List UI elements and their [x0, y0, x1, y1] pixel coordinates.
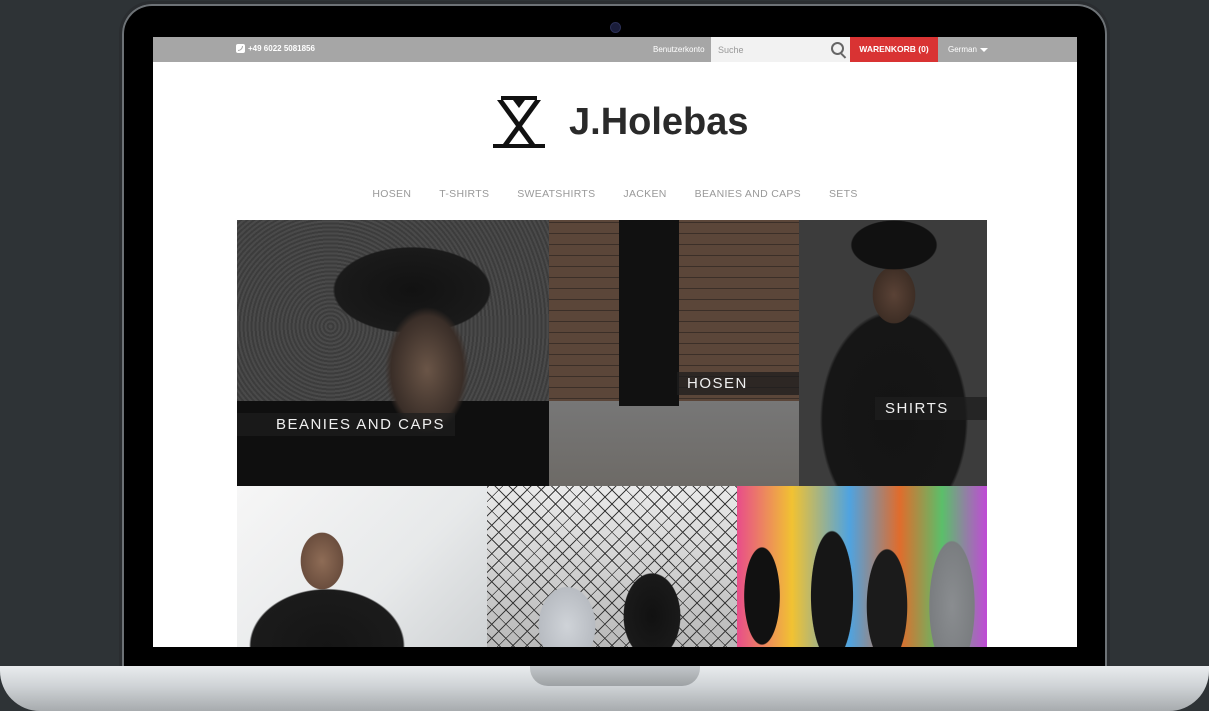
tile-hosen[interactable]: HOSEN: [549, 220, 799, 486]
caret-down-icon: [979, 47, 988, 52]
phone-icon: [236, 44, 245, 53]
tile-sets[interactable]: [737, 486, 987, 647]
search-box: [711, 37, 850, 62]
brand-name: J.Holebas: [569, 100, 749, 143]
top-bar: +49 6022 5081856 Benutzerkonto WARENKORB…: [153, 37, 1077, 62]
brand-logo[interactable]: J.Holebas: [491, 94, 749, 150]
nav-item-beanies-and-caps[interactable]: BEANIES AND CAPS: [695, 188, 801, 200]
browser-screen: +49 6022 5081856 Benutzerkonto WARENKORB…: [153, 37, 1077, 647]
tile-shirts[interactable]: SHIRTS: [799, 220, 987, 486]
webcam-icon: [610, 22, 621, 33]
phone-number: +49 6022 5081856: [248, 44, 315, 53]
nav-item-sets[interactable]: SETS: [829, 188, 858, 200]
cart-button[interactable]: WARENKORB (0): [850, 37, 938, 62]
account-link[interactable]: Benutzerkonto: [653, 45, 705, 54]
tile-label-hosen: HOSEN: [677, 372, 799, 395]
nav-item-sweatshirts[interactable]: SWEATSHIRTS: [517, 188, 595, 200]
search-input[interactable]: [711, 37, 818, 62]
language-selector[interactable]: German: [948, 45, 988, 54]
nav-item-t-shirts[interactable]: T-SHIRTS: [439, 188, 489, 200]
tile-label-caps: BEANIES AND CAPS: [237, 413, 455, 436]
tile-beanies-and-caps[interactable]: BEANIES AND CAPS: [237, 220, 549, 486]
laptop-base-notch: [530, 666, 700, 686]
main-nav: HOSEN T-SHIRTS SWEATSHIRTS JACKEN BEANIE…: [153, 188, 1077, 200]
nav-item-hosen[interactable]: HOSEN: [372, 188, 411, 200]
tile-sweatshirts[interactable]: [487, 486, 737, 647]
tile-label-shirts: SHIRTS: [875, 397, 987, 420]
language-label: German: [948, 45, 977, 54]
tile-jacken[interactable]: [237, 486, 487, 647]
search-icon[interactable]: [831, 42, 844, 55]
phone-contact[interactable]: +49 6022 5081856: [236, 44, 315, 53]
nav-item-jacken[interactable]: JACKEN: [623, 188, 666, 200]
logo-icon: [493, 96, 545, 148]
